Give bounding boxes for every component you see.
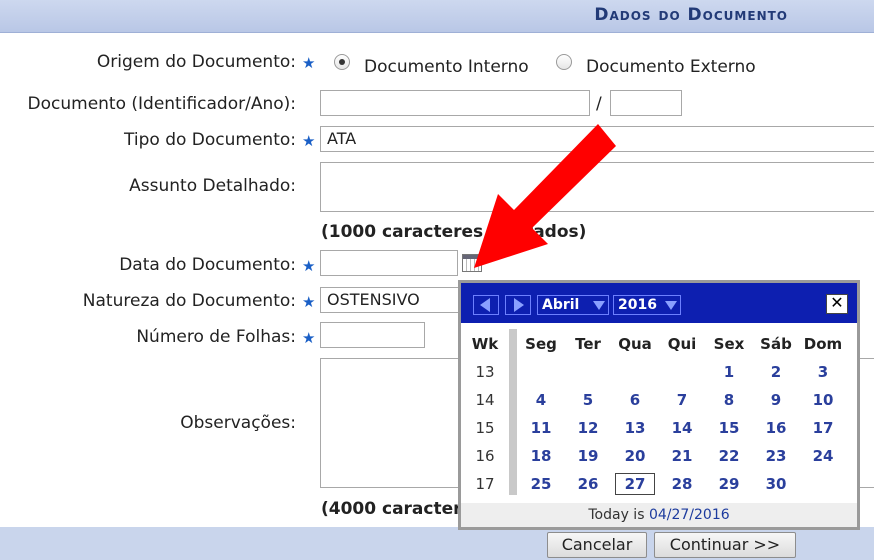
day-name-header: Qua <box>618 335 652 353</box>
calendar-day[interactable]: 11 <box>521 419 561 437</box>
origem-label: Origem do Documento: <box>96 52 296 72</box>
origem-externo-label: Documento Externo <box>586 57 756 77</box>
week-number: 14 <box>475 391 495 409</box>
calendar-day[interactable]: 6 <box>615 391 655 409</box>
origem-interno-radio[interactable] <box>334 54 350 70</box>
required-star-icon: ★ <box>302 293 316 311</box>
calendar-day[interactable]: 25 <box>521 475 561 493</box>
calendar-day[interactable]: 12 <box>568 419 608 437</box>
day-name-header: Sex <box>713 335 745 353</box>
calendar-day[interactable]: 10 <box>803 391 843 409</box>
cancel-button[interactable]: Cancelar <box>547 532 647 558</box>
calendar-day[interactable]: 3 <box>803 363 843 381</box>
calendar-day[interactable]: 13 <box>615 419 655 437</box>
calendar-day[interactable]: 15 <box>709 419 749 437</box>
calendar-day[interactable]: 1 <box>709 363 749 381</box>
assunto-label: Assunto Detalhado: <box>129 176 296 196</box>
section-title: Dados do Documento <box>594 5 788 25</box>
folhas-input[interactable] <box>320 322 425 348</box>
month-select[interactable]: Abril <box>537 295 609 315</box>
chevron-right-icon <box>514 298 524 312</box>
origem-interno-label: Documento Interno <box>364 57 529 77</box>
red-arrow-annotation <box>474 124 616 268</box>
day-name-header: Seg <box>525 335 557 353</box>
natureza-label: Natureza do Documento: <box>82 291 296 311</box>
next-month-button[interactable] <box>505 295 531 315</box>
documento-ano-input[interactable] <box>610 90 682 116</box>
calendar-day[interactable]: 30 <box>756 475 796 493</box>
continue-button[interactable]: Continuar >> <box>654 532 796 558</box>
data-label: Data do Documento: <box>119 255 296 275</box>
week-number: 17 <box>475 475 495 493</box>
tipo-label: Tipo do Documento: <box>124 130 296 150</box>
calendar-day[interactable]: 28 <box>662 475 702 493</box>
calendar-day[interactable]: 27 <box>615 473 655 495</box>
year-select[interactable]: 2016 <box>613 295 681 315</box>
calendar-day[interactable]: 7 <box>662 391 702 409</box>
required-star-icon: ★ <box>302 132 316 150</box>
day-name-header: Qui <box>667 335 697 353</box>
calendar-day[interactable]: 22 <box>709 447 749 465</box>
prev-month-button[interactable] <box>473 295 499 315</box>
close-calendar-button[interactable]: ✕ <box>826 294 848 314</box>
dropdown-arrow-icon <box>665 301 677 310</box>
origem-externo-radio[interactable] <box>556 54 572 70</box>
folhas-label: Número de Folhas: <box>136 327 296 347</box>
required-star-icon: ★ <box>302 54 316 72</box>
calendar-day[interactable]: 8 <box>709 391 749 409</box>
calendar-header: Abril 2016 ✕ <box>461 283 857 323</box>
calendar-day[interactable]: 21 <box>662 447 702 465</box>
calendar-day[interactable]: 4 <box>521 391 561 409</box>
data-input[interactable] <box>320 250 458 276</box>
calendar-day[interactable]: 2 <box>756 363 796 381</box>
required-star-icon: ★ <box>302 329 316 347</box>
calendar-day[interactable]: 26 <box>568 475 608 493</box>
day-name-header: Ter <box>575 335 601 353</box>
today-indicator[interactable]: Today is 04/27/2016 <box>461 503 857 527</box>
today-prefix: Today is <box>588 507 645 523</box>
year-value: 2016 <box>618 297 657 313</box>
calendar-day[interactable]: 24 <box>803 447 843 465</box>
week-number: 15 <box>475 419 495 437</box>
documento-separator: / <box>596 94 602 114</box>
calendar-day[interactable]: 19 <box>568 447 608 465</box>
required-star-icon: ★ <box>302 257 316 275</box>
calendar-day[interactable]: 20 <box>615 447 655 465</box>
day-name-header: Sáb <box>760 335 792 353</box>
week-number: 13 <box>475 363 495 381</box>
calendar-day[interactable]: 17 <box>803 419 843 437</box>
calendar-day[interactable]: 16 <box>756 419 796 437</box>
week-number: 16 <box>475 447 495 465</box>
week-column-divider <box>509 329 517 495</box>
calendar-day[interactable]: 18 <box>521 447 561 465</box>
date-picker-popup: Abril 2016 ✕ Wk Seg Ter Qua Qui Sex Sáb Dom 13… <box>458 280 860 530</box>
dropdown-arrow-icon <box>593 301 605 310</box>
week-number-header: Wk <box>471 335 499 353</box>
calendar-day[interactable]: 29 <box>709 475 749 493</box>
section-header: Dados do Documento <box>0 0 874 33</box>
documento-label: Documento (Identificador/Ano): <box>27 94 296 114</box>
month-value: Abril <box>542 297 580 313</box>
day-name-header: Dom <box>803 335 843 353</box>
calendar-day[interactable]: 5 <box>568 391 608 409</box>
today-date: 04/27/2016 <box>648 507 730 523</box>
documento-identificador-input[interactable] <box>320 90 590 116</box>
chevron-left-icon <box>480 298 490 312</box>
calendar-day[interactable]: 9 <box>756 391 796 409</box>
calendar-day[interactable]: 23 <box>756 447 796 465</box>
natureza-select[interactable]: OSTENSIVO <box>320 287 460 313</box>
calendar-day[interactable]: 14 <box>662 419 702 437</box>
observacoes-label: Observações: <box>180 413 296 433</box>
